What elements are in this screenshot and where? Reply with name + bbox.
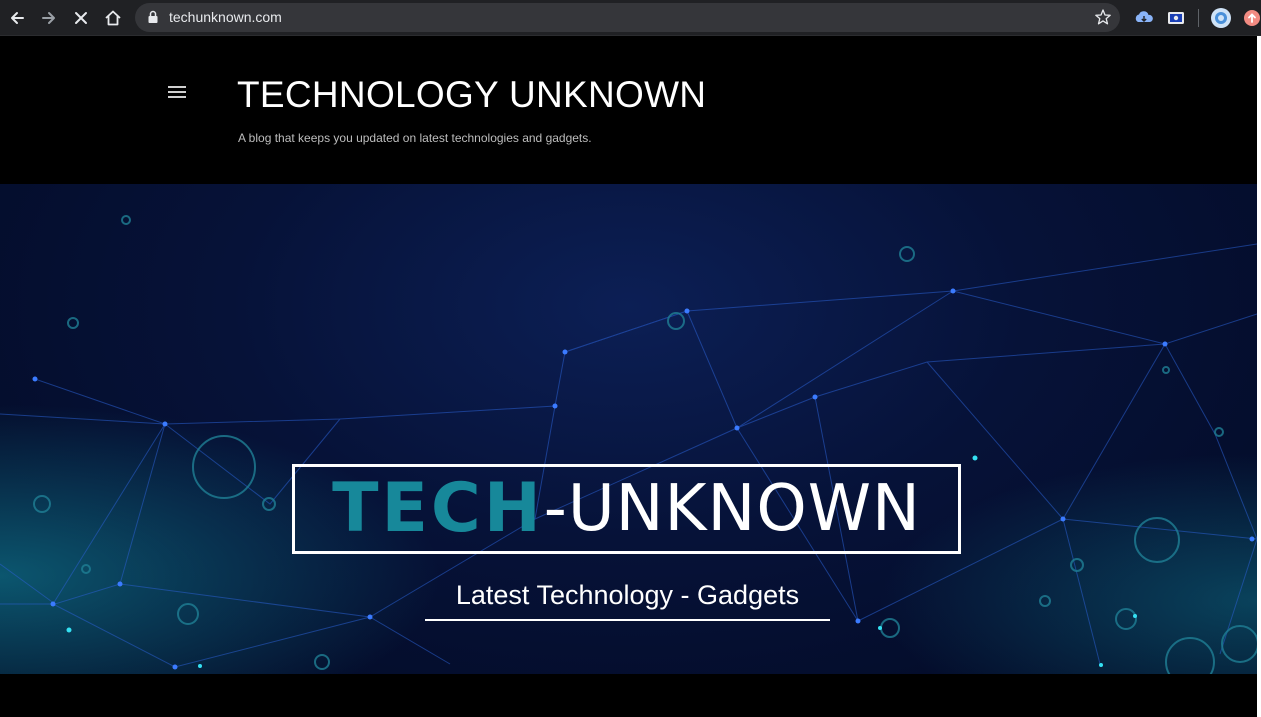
logo-unknown-text: -UNKNOWN <box>543 472 921 546</box>
blog-description: A blog that keeps you updated on latest … <box>238 131 592 145</box>
extension-cloud-button[interactable] <box>1132 6 1156 30</box>
cloud-icon <box>1135 11 1153 22</box>
back-button[interactable] <box>4 5 30 31</box>
logo-tech-text: TECH <box>332 469 544 548</box>
home-icon <box>105 10 121 26</box>
update-icon <box>1244 10 1260 26</box>
extension-screen-button[interactable] <box>1164 6 1188 30</box>
profile-button[interactable] <box>1209 6 1233 30</box>
blog-header: TECHNOLOGY UNKNOWN A blog that keeps you… <box>0 36 1257 184</box>
lock-icon <box>148 10 158 23</box>
scrollbar[interactable] <box>1257 36 1261 717</box>
blog-title[interactable]: TECHNOLOGY UNKNOWN <box>237 74 706 116</box>
star-icon[interactable] <box>1094 8 1112 26</box>
update-button[interactable] <box>1240 6 1261 30</box>
toolbar-divider <box>1198 9 1199 27</box>
stop-loading-button[interactable] <box>68 5 94 31</box>
profile-avatar-icon <box>1211 8 1231 28</box>
home-button[interactable] <box>100 5 126 31</box>
hamburger-menu-icon <box>168 86 186 88</box>
banner-tagline: Latest Technology - Gadgets <box>425 580 830 621</box>
header-banner-image[interactable]: TECH -UNKNOWN Latest Technology - Gadget… <box>0 184 1257 674</box>
address-bar[interactable]: techunknown.com <box>135 3 1120 32</box>
screen-icon <box>1168 12 1184 24</box>
arrow-right-icon <box>42 12 55 24</box>
forward-button[interactable] <box>36 5 62 31</box>
page-content-area <box>0 674 1257 717</box>
browser-toolbar: techunknown.com <box>0 0 1261 36</box>
arrow-left-icon <box>11 12 24 24</box>
logo-box: TECH -UNKNOWN <box>292 464 961 554</box>
hamburger-menu-button[interactable] <box>168 86 188 102</box>
url-text: techunknown.com <box>169 9 282 25</box>
close-icon <box>75 12 87 24</box>
